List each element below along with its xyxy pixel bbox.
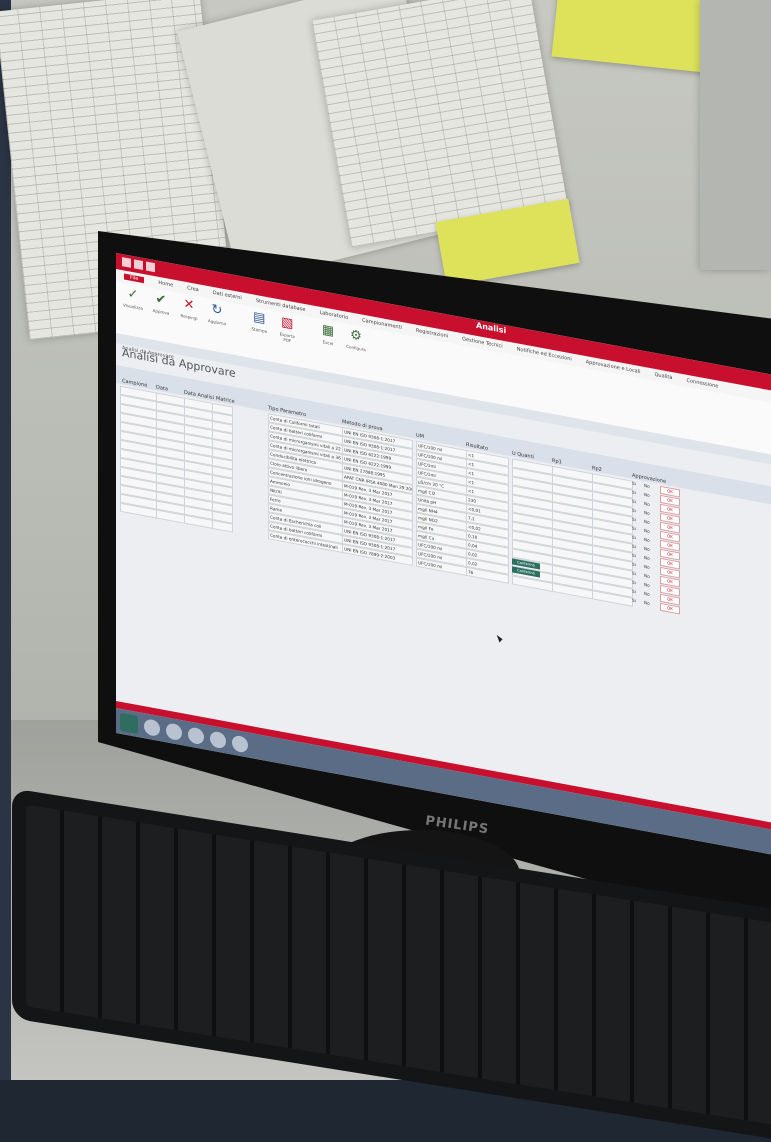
approval-radio-yes[interactable]: Sì	[632, 508, 636, 514]
col-header-um: UM	[416, 432, 424, 441]
approval-radio-no[interactable]: No	[644, 492, 650, 498]
firefox-icon[interactable]	[188, 725, 204, 745]
approval-radio-yes[interactable]: Sì	[632, 535, 636, 541]
start-button[interactable]	[120, 712, 138, 734]
col-header-data: Data	[156, 384, 168, 393]
approval-radio-no[interactable]: No	[644, 600, 650, 606]
undo-icon[interactable]	[134, 259, 143, 271]
refresh-icon: ↻	[211, 301, 223, 319]
approval-radio-yes[interactable]: Sì	[632, 544, 636, 550]
approval-radio-yes[interactable]: Sì	[632, 517, 636, 523]
tab-home[interactable]: Home	[158, 280, 173, 289]
access-icon[interactable]	[232, 733, 248, 753]
approval-radio-no[interactable]: No	[644, 537, 650, 543]
col-header-rp1: Rp1	[552, 457, 562, 466]
cross-icon: ✕	[183, 296, 195, 314]
approval-radio-no[interactable]: No	[644, 483, 650, 489]
save-icon[interactable]	[122, 257, 131, 268]
approval-radio-no[interactable]: No	[644, 546, 650, 552]
approval-radio-yes[interactable]: Sì	[632, 526, 636, 532]
approval-radio-no[interactable]: No	[644, 510, 650, 516]
approval-radio-no[interactable]: No	[644, 582, 650, 588]
approval-radio-yes[interactable]: Sì	[632, 571, 636, 577]
approval-radio-yes[interactable]: Sì	[632, 481, 636, 487]
col-header-rp2: Rp2	[592, 465, 602, 474]
explorer-icon[interactable]	[166, 721, 182, 741]
approval-radio-no[interactable]: No	[644, 519, 650, 525]
pdf-icon: ▧	[281, 314, 294, 332]
approval-radio-yes[interactable]: Sì	[632, 499, 636, 505]
browser-icon[interactable]	[144, 717, 160, 737]
document-icon: ▤	[253, 309, 266, 327]
checkmark-icon: ✔	[155, 291, 167, 309]
approval-radio-no[interactable]: No	[644, 564, 650, 570]
gear-icon: ⚙	[350, 327, 362, 345]
tab-qualita[interactable]: Qualità	[654, 372, 672, 381]
approval-radio-yes[interactable]: Sì	[632, 598, 636, 604]
tab-file[interactable]: File	[124, 273, 145, 284]
approval-radio-yes[interactable]: Sì	[632, 589, 636, 595]
approval-radio-no[interactable]: No	[644, 555, 650, 561]
folder-icon[interactable]	[210, 729, 226, 749]
tab-crea[interactable]: Crea	[187, 285, 199, 293]
approval-radio-no[interactable]: No	[644, 501, 650, 507]
wall-paper-right	[700, 0, 771, 270]
approval-radio-no[interactable]: No	[644, 591, 650, 597]
approval-radio-yes[interactable]: Sì	[632, 490, 636, 496]
approval-radio-yes[interactable]: Sì	[632, 580, 636, 586]
redo-icon[interactable]	[146, 261, 155, 273]
left-edge	[0, 0, 11, 1080]
checkmark-icon: ✓	[127, 286, 139, 304]
approval-radio-no[interactable]: No	[644, 528, 650, 534]
excel-icon: ▦	[321, 322, 335, 340]
approval-radio-yes[interactable]: Sì	[632, 553, 636, 559]
approval-radio-yes[interactable]: Sì	[632, 562, 636, 568]
approval-radio-no[interactable]: No	[644, 573, 650, 579]
